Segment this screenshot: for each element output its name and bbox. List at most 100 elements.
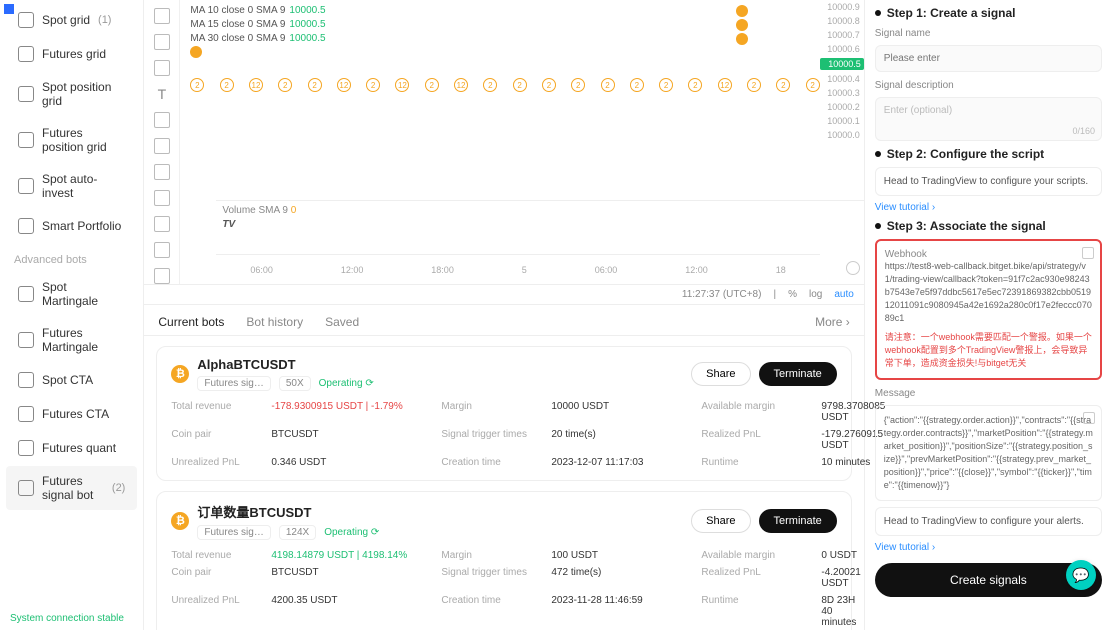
- terminate-button[interactable]: Terminate: [759, 362, 837, 386]
- y-tick: 10000.6: [820, 44, 864, 54]
- lock-icon[interactable]: [154, 268, 170, 284]
- terminate-button[interactable]: Terminate: [759, 509, 837, 533]
- copy-icon[interactable]: [1083, 412, 1095, 424]
- ruler-icon[interactable]: [154, 164, 170, 180]
- crosshair-icon[interactable]: [154, 8, 170, 24]
- message-label: Message: [875, 388, 1102, 399]
- tab-bot-history[interactable]: Bot history: [246, 315, 303, 329]
- martingale-icon: [18, 332, 34, 348]
- bot-title: AlphaBTCUSDT: [197, 357, 373, 372]
- close-indicator-icon[interactable]: [736, 33, 748, 45]
- sidebar-item-spot-cta[interactable]: Spot CTA: [6, 364, 137, 396]
- close-indicator-icon[interactable]: [736, 19, 748, 31]
- step-2-heading: Step 2: Configure the script: [875, 147, 1102, 161]
- signal-marker-icon[interactable]: 2: [220, 78, 234, 92]
- signal-marker-icon[interactable]: 2: [688, 78, 702, 92]
- text-tool-icon[interactable]: T: [154, 86, 170, 102]
- signal-marker-icon[interactable]: 2: [425, 78, 439, 92]
- signal-desc-input[interactable]: Enter (optional) 0/160: [875, 97, 1102, 141]
- signal-marker-icon[interactable]: 12: [249, 78, 263, 92]
- sidebar-item-spot-position-grid[interactable]: Spot position grid: [6, 72, 137, 116]
- tab-current-bots[interactable]: Current bots: [158, 315, 224, 329]
- sidebar-item-futures-grid[interactable]: Futures grid: [6, 38, 137, 70]
- signal-marker-icon[interactable]: 12: [337, 78, 351, 92]
- share-button[interactable]: Share: [691, 509, 750, 533]
- signal-name-label: Signal name: [875, 28, 1102, 39]
- signal-marker-icon[interactable]: 2: [571, 78, 585, 92]
- sidebar-item-futures-signal-bot[interactable]: Futures signal bot (2): [6, 466, 137, 510]
- signal-marker-icon[interactable]: 2: [513, 78, 527, 92]
- zoom-icon[interactable]: [154, 190, 170, 206]
- sidebar-item-label: Futures Martingale: [42, 326, 125, 354]
- sidebar-item-spot-auto-invest[interactable]: Spot auto-invest: [6, 164, 137, 208]
- sidebar-item-futures-position-grid[interactable]: Futures position grid: [6, 118, 137, 162]
- app-indicator: [4, 4, 14, 14]
- invest-icon: [18, 178, 34, 194]
- label: Runtime: [701, 457, 811, 468]
- percent-toggle[interactable]: %: [788, 289, 797, 300]
- signal-marker-icon[interactable]: 2: [542, 78, 556, 92]
- signal-marker-icon[interactable]: 12: [718, 78, 732, 92]
- signal-markers-row: 221222122122122222222212222: [190, 78, 819, 92]
- signal-marker-icon[interactable]: 2: [776, 78, 790, 92]
- sidebar-item-label: Spot CTA: [42, 373, 93, 387]
- signal-marker-icon[interactable]: 2: [601, 78, 615, 92]
- trendline-icon[interactable]: [154, 34, 170, 50]
- auto-toggle[interactable]: auto: [834, 289, 853, 300]
- signal-marker-icon[interactable]: 2: [630, 78, 644, 92]
- sidebar-item-spot-martingale[interactable]: Spot Martingale: [6, 272, 137, 316]
- view-tutorial-link-2[interactable]: View tutorial: [875, 542, 1102, 553]
- signal-marker-icon[interactable]: 2: [190, 78, 204, 92]
- grid-icon: [18, 12, 34, 28]
- signal-marker-icon[interactable]: 2: [806, 78, 820, 92]
- chart-plot-area[interactable]: MA 10 close 0 SMA 9 10000.5 MA 15 close …: [180, 0, 863, 284]
- chart-settings-icon[interactable]: [846, 261, 860, 275]
- collapse-icon[interactable]: [190, 46, 202, 58]
- sidebar-item-futures-quant[interactable]: Futures quant: [6, 432, 137, 464]
- signal-marker-icon[interactable]: 2: [366, 78, 380, 92]
- forecast-icon[interactable]: [154, 138, 170, 154]
- chat-support-button[interactable]: 💬: [1066, 560, 1096, 590]
- draw-icon[interactable]: [154, 242, 170, 258]
- label: Available margin: [701, 550, 811, 561]
- sidebar-item-smart-portfolio[interactable]: Smart Portfolio: [6, 210, 137, 242]
- signal-marker-icon[interactable]: 2: [747, 78, 761, 92]
- price-tag: 10000.5: [820, 58, 864, 70]
- signal-marker-icon[interactable]: 2: [308, 78, 322, 92]
- label: Realized PnL: [701, 567, 811, 589]
- chart-x-axis[interactable]: 06:0012:0018:00506:0012:0018: [216, 254, 819, 284]
- copy-icon[interactable]: [1082, 247, 1094, 259]
- chart-tool-column: T: [144, 0, 180, 284]
- signal-marker-icon[interactable]: 2: [278, 78, 292, 92]
- sidebar-item-futures-cta[interactable]: Futures CTA: [6, 398, 137, 430]
- signal-marker-icon[interactable]: 12: [454, 78, 468, 92]
- signal-marker-icon[interactable]: 2: [659, 78, 673, 92]
- sidebar-item-spot-grid[interactable]: Spot grid (1): [6, 4, 137, 36]
- x-tick: 12:00: [685, 265, 708, 275]
- ma-value: 10000.5: [289, 4, 325, 18]
- signal-config-panel: Step 1: Create a signal Signal name Sign…: [865, 0, 1112, 630]
- label: Signal trigger times: [441, 429, 541, 451]
- webhook-warning-text: 请注意：一个webhook需要匹配一个警报。如果一个webhook配置到多个Tr…: [885, 331, 1092, 370]
- view-tutorial-link-1[interactable]: View tutorial: [875, 202, 1102, 213]
- coin-pair-value: BTCUSDT: [271, 567, 431, 589]
- share-button[interactable]: Share: [691, 362, 750, 386]
- webhook-label: Webhook: [885, 249, 1092, 260]
- sidebar-item-label: Spot Martingale: [42, 280, 125, 308]
- volume-pane: Volume SMA 9 0 TV: [216, 200, 863, 254]
- coin-icon: ₿: [171, 512, 189, 530]
- tab-saved[interactable]: Saved: [325, 315, 359, 329]
- close-indicator-icon[interactable]: [736, 5, 748, 17]
- signal-name-input[interactable]: [875, 45, 1102, 72]
- sidebar-item-count: (1): [98, 14, 111, 26]
- signal-marker-icon[interactable]: 12: [395, 78, 409, 92]
- fib-icon[interactable]: [154, 60, 170, 76]
- label: Creation time: [441, 595, 541, 628]
- magnet-icon[interactable]: [154, 216, 170, 232]
- grid-icon: [18, 132, 34, 148]
- signal-marker-icon[interactable]: 2: [483, 78, 497, 92]
- pattern-icon[interactable]: [154, 112, 170, 128]
- bots-more-link[interactable]: More ›: [815, 315, 850, 329]
- log-toggle[interactable]: log: [809, 289, 822, 300]
- sidebar-item-futures-martingale[interactable]: Futures Martingale: [6, 318, 137, 362]
